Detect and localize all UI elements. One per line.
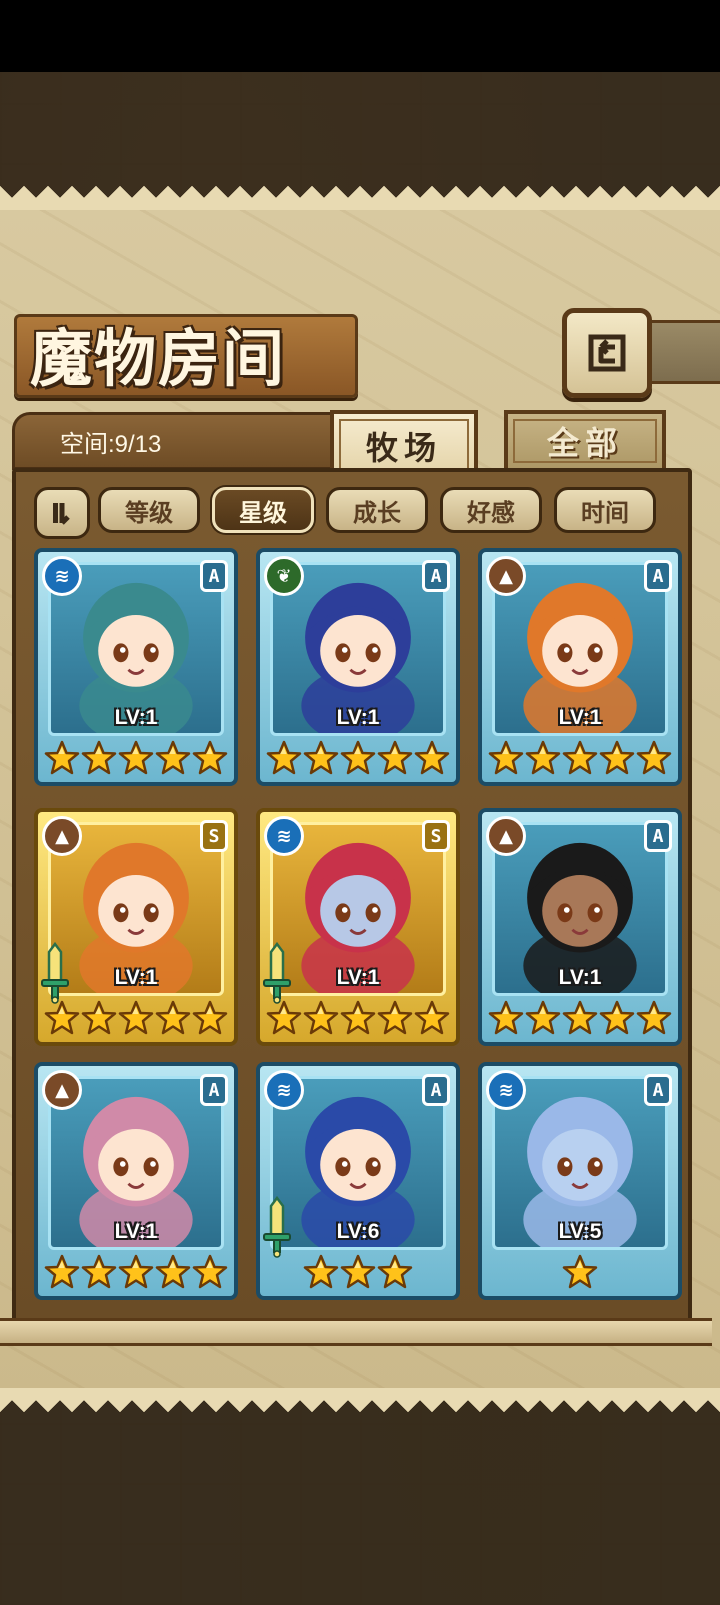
star-icon bbox=[81, 740, 117, 775]
page-title: 魔物房间 bbox=[30, 322, 287, 395]
star-icon bbox=[340, 1000, 376, 1035]
star-rating bbox=[482, 1252, 678, 1292]
star-rating bbox=[38, 738, 234, 778]
monster-level: LV:1 bbox=[336, 706, 380, 729]
monster-card[interactable]: ▲ A LV:1 bbox=[34, 1062, 238, 1300]
rank-badge: S bbox=[422, 820, 450, 852]
rank-badge: S bbox=[200, 820, 228, 852]
star-icon bbox=[155, 1000, 191, 1035]
star-icon bbox=[81, 1254, 117, 1289]
star-rating bbox=[482, 738, 678, 778]
rank-badge: A bbox=[644, 560, 672, 592]
space-capacity: 空间:9/13 bbox=[60, 431, 162, 458]
star-icon bbox=[636, 740, 672, 775]
star-icon bbox=[525, 740, 561, 775]
star-icon bbox=[377, 740, 413, 775]
rank-badge: A bbox=[422, 560, 450, 592]
star-icon bbox=[192, 1254, 228, 1289]
sort-by-affection-button[interactable]: 好感 bbox=[440, 487, 542, 533]
monster-level: LV:5 bbox=[558, 1220, 602, 1243]
star-icon bbox=[303, 740, 339, 775]
star-icon bbox=[266, 1000, 302, 1035]
star-icon bbox=[118, 1000, 154, 1035]
star-icon bbox=[266, 740, 302, 775]
star-icon bbox=[340, 740, 376, 775]
sort-order-icon bbox=[53, 503, 70, 525]
star-rating bbox=[260, 738, 456, 778]
star-icon bbox=[155, 1254, 191, 1289]
monster-level: LV:1 bbox=[558, 706, 602, 729]
star-icon bbox=[636, 1000, 672, 1035]
star-rating bbox=[482, 998, 678, 1038]
star-icon bbox=[414, 740, 450, 775]
star-icon bbox=[192, 1000, 228, 1035]
star-rating bbox=[260, 998, 456, 1038]
rank-badge: A bbox=[644, 820, 672, 852]
sort-by-stars-button[interactable]: 星级 bbox=[212, 487, 314, 533]
water-icon: ≋ bbox=[264, 816, 304, 856]
star-icon bbox=[192, 740, 228, 775]
water-icon: ≋ bbox=[486, 1070, 526, 1110]
star-icon bbox=[118, 740, 154, 775]
star-icon bbox=[303, 1254, 339, 1289]
rank-badge: A bbox=[200, 560, 228, 592]
star-icon bbox=[562, 740, 598, 775]
monster-card[interactable]: ▲ S LV:1 bbox=[34, 808, 238, 1046]
star-icon bbox=[44, 740, 80, 775]
star-rating bbox=[38, 998, 234, 1038]
mountain-icon: ▲ bbox=[486, 556, 526, 596]
rank-badge: A bbox=[644, 1074, 672, 1106]
monster-card[interactable]: ❦ A LV:1 bbox=[256, 548, 460, 786]
monster-card[interactable]: ▲ A LV:1 bbox=[478, 548, 682, 786]
rank-badge: A bbox=[200, 1074, 228, 1106]
star-icon bbox=[599, 1000, 635, 1035]
back-arrow-icon bbox=[588, 334, 626, 372]
star-icon bbox=[599, 740, 635, 775]
sort-by-growth-button[interactable]: 成长 bbox=[326, 487, 428, 533]
star-icon bbox=[525, 1000, 561, 1035]
mountain-icon: ▲ bbox=[486, 816, 526, 856]
star-icon bbox=[44, 1000, 80, 1035]
star-icon bbox=[562, 1254, 598, 1289]
monster-card[interactable]: ≋ A LV:1 bbox=[34, 548, 238, 786]
star-icon bbox=[118, 1254, 154, 1289]
star-icon bbox=[414, 1000, 450, 1035]
star-rating bbox=[260, 1252, 456, 1292]
star-icon bbox=[303, 1000, 339, 1035]
mountain-icon: ▲ bbox=[42, 816, 82, 856]
star-icon bbox=[488, 1000, 524, 1035]
star-icon bbox=[562, 1000, 598, 1035]
water-icon: ≋ bbox=[42, 556, 82, 596]
sort-by-level-button[interactable]: 等级 bbox=[98, 487, 200, 533]
monster-card[interactable]: ≋ S LV:1 bbox=[256, 808, 460, 1046]
leaf-icon: ❦ bbox=[264, 556, 304, 596]
back-button[interactable] bbox=[562, 308, 652, 398]
star-icon bbox=[377, 1254, 413, 1289]
star-icon bbox=[155, 740, 191, 775]
monster-card[interactable]: ≋ A LV:6 bbox=[256, 1062, 460, 1300]
star-icon bbox=[44, 1254, 80, 1289]
sort-by-time-button[interactable]: 时间 bbox=[554, 487, 656, 533]
sort-order-toggle[interactable] bbox=[34, 487, 90, 539]
monster-card[interactable]: ▲ A LV:1 bbox=[478, 808, 682, 1046]
monster-card[interactable]: ≋ A LV:5 bbox=[478, 1062, 682, 1300]
monster-level: LV:6 bbox=[336, 1220, 380, 1243]
star-icon bbox=[488, 740, 524, 775]
star-icon bbox=[81, 1000, 117, 1035]
mountain-icon: ▲ bbox=[42, 1070, 82, 1110]
monster-level: LV:1 bbox=[114, 966, 158, 989]
rank-badge: A bbox=[422, 1074, 450, 1106]
water-icon: ≋ bbox=[264, 1070, 304, 1110]
tab-all[interactable]: 全部 bbox=[504, 410, 666, 472]
star-rating bbox=[38, 1252, 234, 1292]
star-icon bbox=[340, 1254, 376, 1289]
monster-level: LV:1 bbox=[114, 706, 158, 729]
monster-level: LV:1 bbox=[114, 1220, 158, 1243]
monster-level: LV:1 bbox=[336, 966, 380, 989]
monster-level: LV:1 bbox=[558, 966, 602, 989]
star-icon bbox=[377, 1000, 413, 1035]
